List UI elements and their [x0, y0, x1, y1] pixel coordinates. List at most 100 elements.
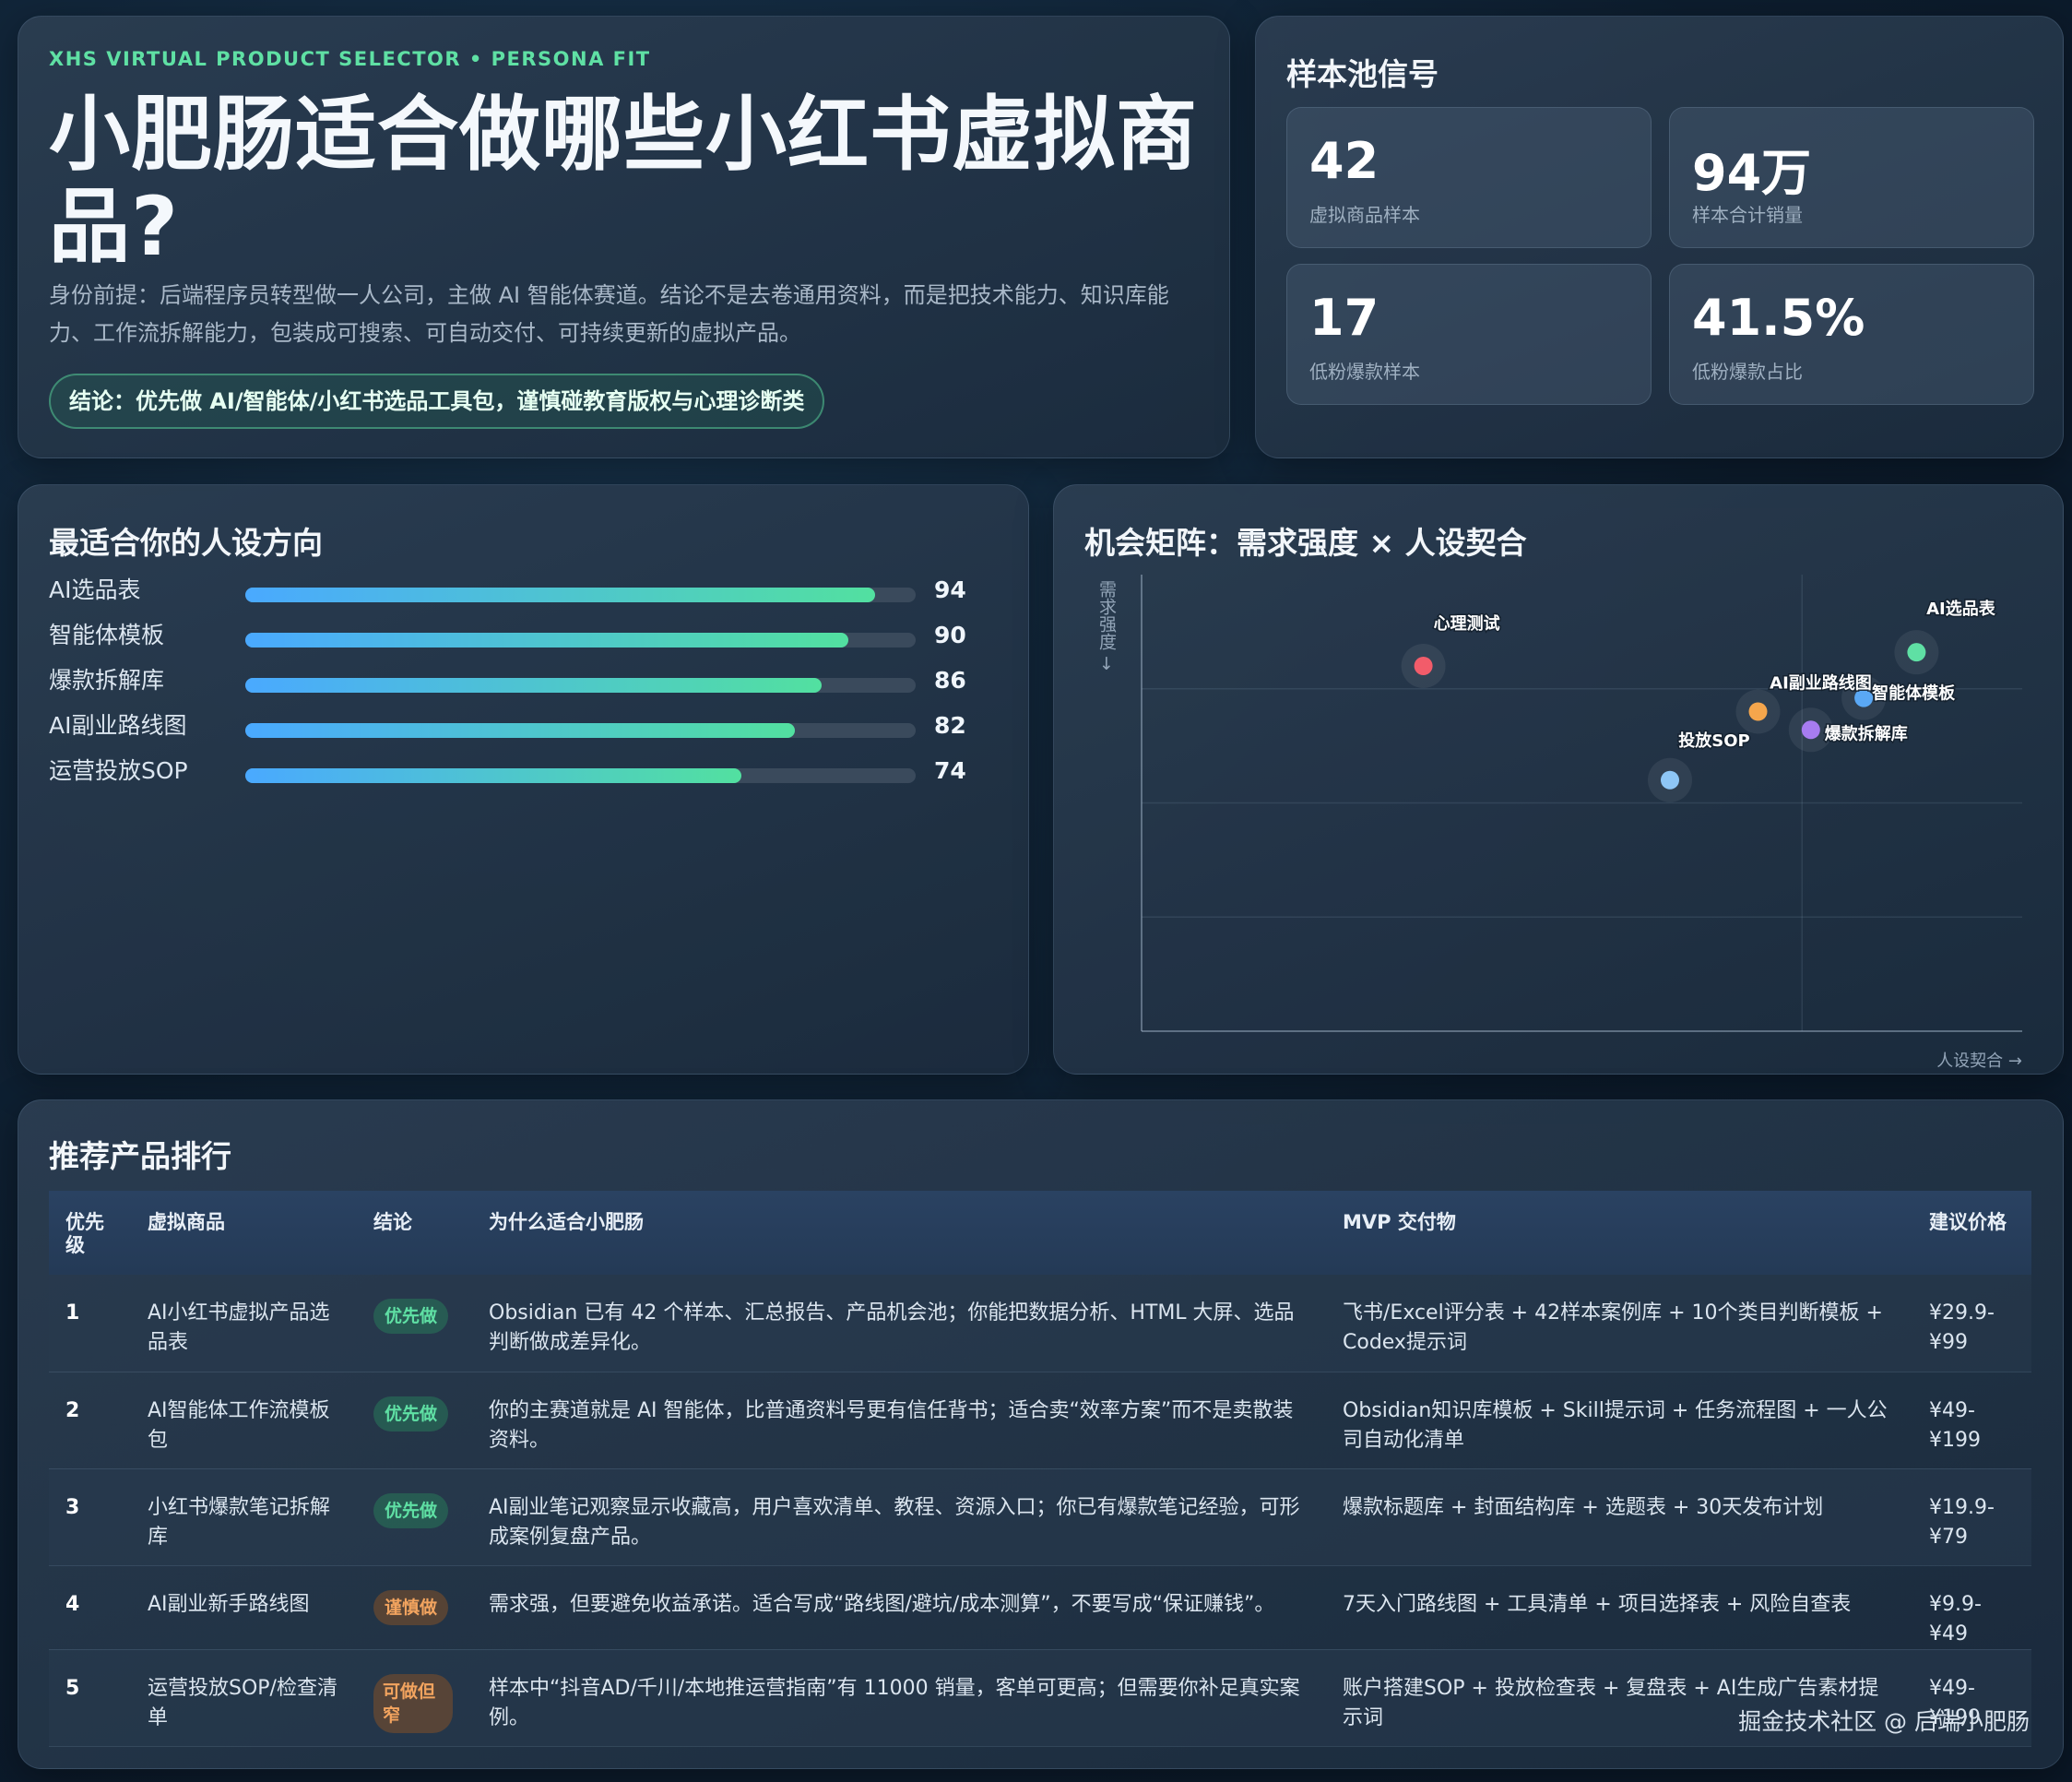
col-header-verdict: 结论 — [373, 1211, 412, 1233]
cell-rank: 5 — [49, 1649, 131, 1747]
cell-mvp: 7天入门路线图 + 工具清单 + 项目选择表 + 风险自查表 — [1326, 1565, 1912, 1650]
bar-value: 90 — [934, 622, 966, 648]
bar-value: 82 — [934, 712, 966, 739]
bar-track — [245, 768, 916, 783]
bar-value: 74 — [934, 757, 966, 784]
stat-tile: 94万 样本合计销量 — [1669, 107, 2034, 248]
cell-product: 小红书爆款笔记拆解库 — [131, 1468, 357, 1566]
stat-label: 虚拟商品样本 — [1309, 204, 1420, 226]
persona-card: 最适合你的人设方向 AI选品表 94 智能体模板 90 爆款拆解库 86 AI副… — [18, 484, 1029, 1075]
persona-title: 最适合你的人设方向 — [49, 525, 323, 561]
cell-price: ¥49-¥199 — [1912, 1372, 2031, 1469]
stats-title: 样本池信号 — [1286, 56, 1439, 92]
watermark: 掘金技术社区 @ 后端小肥肠 — [1738, 1708, 2030, 1735]
cell-rank: 1 — [49, 1275, 131, 1372]
table-header-row: 优先级 虚拟商品 结论 为什么适合小肥肠 MVP 交付物 建议价格 — [49, 1191, 2031, 1275]
persona-bar-row: AI选品表 94 — [49, 573, 1008, 610]
table-row: 4 AI副业新手路线图 谨慎做 需求强，但要避免收益承诺。适合写成“路线图/避坑… — [49, 1565, 2031, 1650]
col-header-price: 建议价格 — [1929, 1211, 2007, 1233]
stat-tile: 41.5% 低粉爆款占比 — [1669, 264, 2034, 405]
bar-fill — [245, 723, 796, 738]
col-header-mvp: MVP 交付物 — [1343, 1211, 1456, 1233]
matrix-card: 机会矩阵：需求强度 × 人设契合 需求强度 → 人设契合 → 心理测试 AI选品表 智能… — [1053, 484, 2064, 1075]
table-row: 5 运营投放SOP/检查清单 可做但窄 样本中“抖音AD/千川/本地推运营指南”… — [49, 1649, 2031, 1747]
persona-bar-row: 运营投放SOP 74 — [49, 754, 1008, 790]
table-row: 3 小红书爆款笔记拆解库 优先做 AI副业笔记观察显示收藏高，用户喜欢清单、教程… — [49, 1468, 2031, 1566]
table-row: 1 AI小红书虚拟产品选品表 优先做 Obsidian 已有 42 个样本、汇总… — [49, 1275, 2031, 1372]
col-header-rank: 优先级 — [65, 1211, 104, 1256]
bar-fill — [245, 768, 741, 783]
persona-bar-row: 智能体模板 90 — [49, 618, 1008, 655]
cell-rank: 3 — [49, 1468, 131, 1566]
stat-label: 低粉爆款样本 — [1309, 361, 1420, 383]
bar-fill — [245, 633, 849, 647]
bar-track — [245, 588, 916, 602]
bar-track — [245, 723, 916, 738]
bar-track — [245, 633, 916, 647]
point-label: AI副业路线图 — [1770, 673, 1872, 694]
verdict-badge: 优先做 — [373, 1299, 449, 1334]
stat-label: 低粉爆款占比 — [1692, 361, 1803, 383]
cell-verdict: 优先做 — [357, 1372, 472, 1469]
stat-value: 17 — [1309, 289, 1379, 347]
stat-value: 41.5% — [1692, 289, 1865, 347]
bar-label: AI副业路线图 — [49, 712, 187, 739]
cell-verdict: 优先做 — [357, 1468, 472, 1566]
cell-why: 需求强，但要避免收益承诺。适合写成“路线图/避坑/成本测算”，不要写成“保证赚钱… — [472, 1565, 1326, 1650]
stat-value: 42 — [1309, 132, 1379, 190]
y-axis-label: 需求强度 → — [1096, 580, 1117, 671]
cell-why: 样本中“抖音AD/千川/本地推运营指南”有 11000 销量，客单可更高；但需要… — [472, 1649, 1326, 1747]
cell-mvp: 飞书/Excel评分表 + 42样本案例库 + 10个类目判断模板 + Code… — [1326, 1275, 1912, 1372]
ranking-title: 推荐产品排行 — [49, 1138, 231, 1174]
page-title: 小肥肠适合做哪些小红书虚拟商品? — [49, 87, 1199, 274]
col-header-product: 虚拟商品 — [148, 1211, 225, 1233]
bar-track — [245, 678, 916, 693]
verdict-badge: 优先做 — [373, 1492, 449, 1528]
point-label: AI选品表 — [1926, 599, 1996, 619]
cell-price: ¥19.9-¥79 — [1912, 1468, 2031, 1566]
bar-label: 爆款拆解库 — [49, 667, 165, 694]
cell-product: AI副业新手路线图 — [131, 1565, 357, 1650]
cell-why: AI副业笔记观察显示收藏高，用户喜欢清单、教程、资源入口；你已有爆款笔记经验，可… — [472, 1468, 1326, 1566]
cell-verdict: 优先做 — [357, 1275, 472, 1372]
persona-bar-row: AI副业路线图 82 — [49, 708, 1008, 745]
cell-product: 运营投放SOP/检查清单 — [131, 1649, 357, 1747]
cell-price: ¥29.9-¥99 — [1912, 1275, 2031, 1372]
cell-why: 你的主赛道就是 AI 智能体，比普通资料号更有信任背书；适合卖“效率方案”而不是… — [472, 1372, 1326, 1469]
stat-value: 94万 — [1692, 144, 1812, 202]
point-label: 智能体模板 — [1872, 683, 1956, 704]
cell-price: ¥9.9-¥49 — [1912, 1565, 2031, 1650]
stat-tile: 17 低粉爆款样本 — [1286, 264, 1652, 405]
table-row: 2 AI智能体工作流模板包 优先做 你的主赛道就是 AI 智能体，比普通资料号更… — [49, 1372, 2031, 1469]
point-label: 投放SOP — [1678, 731, 1749, 751]
bar-label: 运营投放SOP — [49, 757, 188, 784]
cell-verdict: 谨慎做 — [357, 1565, 472, 1650]
bar-label: 智能体模板 — [49, 622, 165, 648]
bar-fill — [245, 678, 823, 693]
point-label: 心理测试 — [1434, 613, 1500, 634]
cell-mvp: Obsidian知识库模板 + Skill提示词 + 任务流程图 + 一人公司自… — [1326, 1372, 1912, 1469]
hero-description: 身份前提：后端程序员转型做一人公司，主做 AI 智能体赛道。结论不是去卷通用资料… — [49, 282, 1169, 346]
bar-value: 86 — [934, 667, 966, 694]
bar-value: 94 — [934, 576, 966, 603]
eyebrow-label: XHS VIRTUAL PRODUCT SELECTOR • PERSONA F… — [49, 48, 651, 70]
scatter-point — [1414, 657, 1433, 675]
cell-rank: 2 — [49, 1372, 131, 1469]
col-header-why: 为什么适合小肥肠 — [489, 1211, 644, 1233]
cell-product: AI智能体工作流模板包 — [131, 1372, 357, 1469]
ranking-table: 优先级 虚拟商品 结论 为什么适合小肥肠 MVP 交付物 建议价格 1 AI小红… — [49, 1191, 2031, 1747]
cell-verdict: 可做但窄 — [357, 1649, 472, 1747]
stat-tile: 42 虚拟商品样本 — [1286, 107, 1652, 248]
cell-mvp: 爆款标题库 + 封面结构库 + 选题表 + 30天发布计划 — [1326, 1468, 1912, 1566]
x-axis-label: 人设契合 → — [1936, 1051, 2022, 1071]
persona-bar-row: 爆款拆解库 86 — [49, 663, 1008, 700]
bar-fill — [245, 588, 876, 602]
stat-label: 样本合计销量 — [1692, 204, 1803, 226]
ranking-card: 推荐产品排行 优先级 虚拟商品 结论 为什么适合小肥肠 MVP 交付物 建议价格… — [18, 1099, 2064, 1769]
verdict-badge: 可做但窄 — [373, 1673, 453, 1733]
verdict-badge: 优先做 — [373, 1396, 449, 1432]
scatter-point — [1907, 643, 1926, 662]
scatter-point — [1748, 702, 1768, 721]
verdict-badge: 谨慎做 — [373, 1589, 449, 1625]
hero-card: XHS VIRTUAL PRODUCT SELECTOR • PERSONA F… — [18, 16, 1230, 458]
